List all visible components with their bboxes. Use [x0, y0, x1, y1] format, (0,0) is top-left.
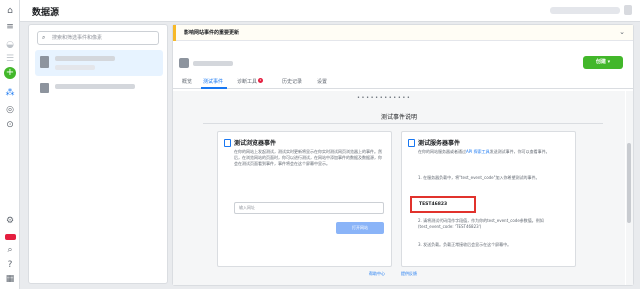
server-step-2: 2. 请将测试代码用作字段值，作为你的test_event_code参数值。例如… — [418, 218, 544, 229]
data-source-name — [55, 56, 115, 61]
menu-icon[interactable]: ≡ — [4, 21, 16, 33]
settings-circle-icon[interactable]: ◎ — [4, 104, 16, 116]
search-icon: ⌕ — [42, 34, 46, 41]
data-source-item-selected[interactable] — [35, 50, 163, 76]
main-panel: 影响网站事件的重要更新 ⌄ 创建 ▾ 概览 测试事件 诊断工具 2 历史记录 设置… — [172, 24, 634, 286]
chevron-down-icon[interactable]: ⌄ — [619, 28, 625, 36]
tab-diagnostics-label: 诊断工具 — [237, 79, 258, 85]
tab-test-events[interactable]: 测试事件 — [203, 78, 223, 85]
server-step-3: 3. 发送负载。负载正常接收后会显示在这个屏幕中。 — [418, 242, 512, 247]
api-explorer-link[interactable]: API 探索工具 — [466, 149, 490, 154]
search-icon[interactable]: ⌕ — [4, 244, 16, 256]
help-center-link[interactable]: 帮助中心 — [369, 271, 385, 277]
diagnostics-badge: 2 — [258, 78, 264, 83]
section-title: 测试事件说明 — [380, 114, 417, 121]
server-icon — [408, 139, 415, 147]
list-icon[interactable]: ☰ — [4, 53, 16, 65]
server-text-post: 发送测试事件，你可以查看事件。 — [489, 149, 550, 154]
account-selector[interactable] — [550, 7, 620, 14]
drag-handle-dots: • • • • • • • • • • • • — [357, 95, 410, 101]
pixel-icon — [40, 56, 49, 68]
scrollbar-thumb[interactable] — [627, 143, 631, 223]
open-website-button[interactable]: 打开网站 — [336, 222, 384, 234]
grid-icon[interactable]: ▦ — [4, 273, 16, 285]
url-input[interactable]: 输入网址 — [234, 202, 384, 214]
data-source-panel: ⌕ 搜索和筛选事件和像素 — [28, 24, 168, 284]
tab-diagnostics[interactable]: 诊断工具 2 — [237, 78, 264, 85]
layers-icon[interactable]: ◒ — [4, 39, 16, 51]
test-events-content: • • • • • • • • • • • • 测试事件说明 测试浏览器事件 在… — [173, 91, 625, 285]
home-icon[interactable]: ⌂ — [4, 5, 16, 17]
server-card-title: 测试服务器事件 — [418, 140, 461, 147]
alert-accent — [173, 25, 176, 41]
create-button[interactable]: 创建 ▾ — [583, 56, 623, 69]
pixel-icon — [179, 58, 189, 68]
data-source-id — [55, 65, 95, 70]
network-icon[interactable]: ⁂ — [4, 87, 16, 99]
server-step-1: 1. 在服务器负载中，将"test_event_code"加入你希望测试的事件。 — [418, 175, 540, 180]
divider — [203, 123, 603, 124]
notification-badge[interactable] — [5, 234, 16, 240]
browser-icon — [224, 139, 231, 147]
server-events-card: 测试服务器事件 在你的网站服务器或者通过API 探索工具发送测试事件，你可以查看… — [401, 131, 576, 267]
help-icon[interactable]: ? — [4, 259, 16, 271]
feedback-link[interactable]: 提供反馈 — [401, 271, 417, 277]
top-bar: 数据源 — [20, 0, 640, 22]
activity-icon[interactable]: ⊙ — [4, 119, 16, 131]
pixel-name — [193, 61, 233, 66]
data-source-name — [55, 84, 135, 89]
active-tab-indicator — [201, 87, 227, 89]
left-rail: ⌂ ≡ ◒ ☰ + ⁂ ◎ ⊙ ⚙ ⌕ ? ▦ — [0, 0, 20, 289]
browser-card-title: 测试浏览器事件 — [234, 140, 277, 147]
url-input-placeholder: 输入网址 — [239, 205, 255, 210]
bell-icon[interactable] — [624, 5, 632, 15]
server-text-pre: 在你的网站服务器或者通过 — [418, 149, 466, 154]
browser-card-text: 在你的网站上发起测试，测试实时更新将显示在你实时测试网页浏览器上的事件。然后，在… — [234, 149, 382, 166]
alert-text: 影响网站事件的重要更新 — [184, 30, 240, 36]
add-icon[interactable]: + — [4, 67, 16, 79]
tab-settings[interactable]: 设置 — [317, 78, 327, 85]
gear-icon[interactable]: ⚙ — [4, 215, 16, 227]
search-input[interactable]: ⌕ 搜索和筛选事件和像素 — [37, 31, 159, 45]
data-source-item[interactable] — [35, 79, 163, 105]
alert-banner[interactable]: 影响网站事件的重要更新 ⌄ — [173, 25, 633, 41]
search-placeholder: 搜索和筛选事件和像素 — [52, 35, 103, 41]
store-icon — [40, 83, 49, 93]
tab-bar: 概览 测试事件 诊断工具 2 历史记录 设置 — [173, 75, 633, 89]
browser-events-card: 测试浏览器事件 在你的网站上发起测试，测试实时更新将显示在你实时测试网页浏览器上… — [217, 131, 392, 267]
tab-history[interactable]: 历史记录 — [282, 78, 302, 85]
page-title: 数据源 — [32, 8, 60, 18]
tab-overview[interactable]: 概览 — [182, 78, 192, 85]
test-event-code[interactable]: TEST46823 — [410, 196, 476, 213]
server-card-text: 在你的网站服务器或者通过API 探索工具发送测试事件，你可以查看事件。 — [418, 149, 568, 155]
